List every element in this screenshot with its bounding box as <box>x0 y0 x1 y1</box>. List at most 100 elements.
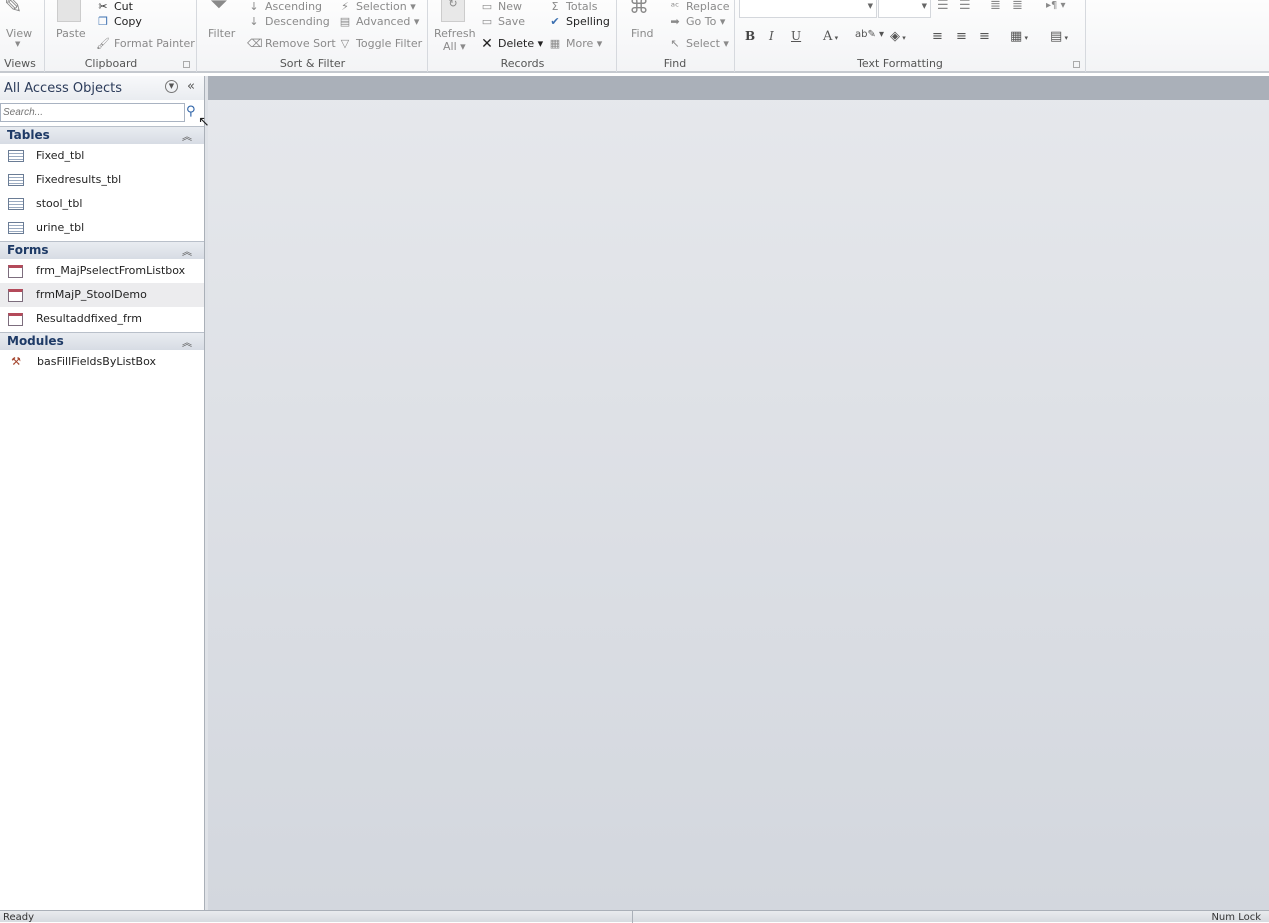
new-record-button[interactable]: ▭ New <box>480 0 522 14</box>
ascending-button[interactable]: ↓ Ascending <box>247 0 322 14</box>
scissors-icon: ✂ <box>98 0 108 13</box>
list-item-selected[interactable]: frmMajP_StoolDemo <box>0 283 204 307</box>
category-modules[interactable]: Modules ︽ <box>0 332 204 350</box>
advanced-label: Advanced <box>356 15 411 28</box>
collapse-chevron-icon[interactable]: ︽ <box>182 243 192 258</box>
chevron-down-icon[interactable]: ▼ <box>868 2 873 10</box>
form-icon <box>8 264 23 278</box>
status-bar: Ready Num Lock <box>0 910 1269 923</box>
group-label-records: Records <box>500 57 545 70</box>
num-lock-indicator: Num Lock <box>1211 912 1261 923</box>
ascending-label: Ascending <box>265 0 323 13</box>
copy-icon: ❐ <box>98 15 108 28</box>
paragraph-direction-icon[interactable]: ▸¶ ▾ <box>1046 0 1066 11</box>
navigation-pane: All Access Objects ▼ « ⚲ Tables ︽ Fixed_t… <box>0 76 205 910</box>
save-label: Save <box>498 15 526 28</box>
item-label: frm_MajPselectFromListbox <box>36 264 186 277</box>
table-icon <box>8 222 24 234</box>
underline-button[interactable]: U <box>791 29 801 43</box>
list-item[interactable]: frm_MajPselectFromListbox <box>0 259 204 283</box>
more-button[interactable]: ▦ More ▾ <box>548 37 603 51</box>
refresh-all-label: All <box>443 40 457 53</box>
toggle-filter-label: Toggle Filter <box>356 37 423 50</box>
filter-button[interactable]: Filter <box>208 27 235 40</box>
descending-button[interactable]: ↓ Descending <box>247 15 329 29</box>
align-right-icon[interactable]: ≡ <box>979 29 990 44</box>
delete-x-icon: ✕ <box>481 36 493 52</box>
search-input[interactable] <box>0 103 185 122</box>
search-icon[interactable]: ⚲ <box>186 104 196 119</box>
advanced-button[interactable]: ▤ Advanced ▾ <box>338 15 420 29</box>
group-label-find: Find <box>663 57 687 70</box>
gridlines-icon[interactable]: ▦ ▾ <box>1010 29 1028 44</box>
save-record-button[interactable]: ▭ Save <box>480 15 525 29</box>
module-icon: ⚒ <box>11 355 21 368</box>
replace-button[interactable]: ᵃᶜ Replace <box>668 0 730 14</box>
save-icon: ▭ <box>481 15 493 28</box>
funnel-icon: ⏷ <box>210 0 228 17</box>
selection-button[interactable]: ⚡ Selection ▾ <box>338 0 416 14</box>
divider <box>427 0 428 72</box>
view-button[interactable]: View <box>6 27 32 40</box>
nav-menu-dropdown-icon[interactable]: ▼ <box>165 80 178 93</box>
toggle-filter-button[interactable]: ▽ Toggle Filter <box>338 37 422 51</box>
font-size-combo[interactable]: ▼ <box>878 0 931 18</box>
select-button[interactable]: ↖ Select ▾ <box>668 37 729 51</box>
list-item[interactable]: Fixedresults_tbl <box>0 168 204 192</box>
alternate-row-color-icon[interactable]: ▤ ▾ <box>1050 29 1068 44</box>
clipboard-launcher-icon[interactable] <box>183 61 190 68</box>
divider <box>196 0 197 72</box>
collapse-pane-icon[interactable]: « <box>187 79 195 94</box>
chevron-down-icon[interactable]: ▼ <box>922 2 927 10</box>
refresh-all-button[interactable]: Refresh <box>434 27 476 40</box>
paste-button[interactable]: Paste <box>56 27 86 40</box>
nav-pane-header[interactable]: All Access Objects ▼ « <box>0 76 204 100</box>
refresh-all-label2[interactable]: All ▾ <box>443 40 466 53</box>
list-item[interactable]: ⚒ basFillFieldsByListBox <box>0 350 204 374</box>
sort-descending-icon: ↓ <box>249 15 259 28</box>
decrease-indent-icon[interactable]: ≣ <box>990 0 1001 13</box>
delete-record-button[interactable]: ✕ Delete ▾ <box>480 37 543 51</box>
italic-button[interactable]: I <box>769 29 774 43</box>
category-forms[interactable]: Forms ︽ <box>0 241 204 259</box>
bullets-icon[interactable]: ☰ <box>937 0 949 13</box>
mouse-cursor-icon: ↖ <box>198 114 210 130</box>
align-left-icon[interactable]: ≡ <box>932 29 943 44</box>
select-label: Select <box>686 37 720 50</box>
bold-button[interactable]: B <box>745 29 755 43</box>
category-label: Modules <box>7 334 64 348</box>
list-item[interactable]: urine_tbl <box>0 216 204 240</box>
align-center-icon[interactable]: ≡ <box>956 29 967 44</box>
ribbon: ✎ View ▼ Views Paste ✂ Cut ❐ Copy 🖌 Format … <box>0 0 1269 73</box>
paste-icon <box>57 0 81 22</box>
cut-label: Cut <box>114 0 133 13</box>
list-item[interactable]: Fixed_tbl <box>0 144 204 168</box>
numbering-icon[interactable]: ☰ <box>959 0 971 13</box>
font-name-combo[interactable]: ▼ <box>739 0 877 18</box>
status-text: Ready <box>3 912 35 923</box>
toggle-filter-icon: ▽ <box>340 37 350 50</box>
list-item[interactable]: Resultaddfixed_frm <box>0 307 204 331</box>
view-dropdown-icon[interactable]: ▼ <box>15 40 20 48</box>
font-color-button[interactable]: A ▾ <box>823 29 838 44</box>
more-grid-icon: ▦ <box>549 37 561 50</box>
collapse-chevron-icon[interactable]: ︽ <box>182 128 192 143</box>
category-tables[interactable]: Tables ︽ <box>0 126 204 144</box>
totals-button[interactable]: Σ Totals <box>548 0 598 14</box>
find-button[interactable]: Find <box>631 27 654 40</box>
goto-button[interactable]: ➡ Go To ▾ <box>668 15 725 29</box>
increase-indent-icon[interactable]: ≣ <box>1012 0 1023 13</box>
spelling-button[interactable]: ✔ Spelling <box>548 15 609 29</box>
cut-button[interactable]: ✂ Cut <box>96 0 133 14</box>
font-color-icon: A <box>823 29 833 44</box>
highlight-icon[interactable]: ab✎ ▾ <box>855 29 884 40</box>
text-formatting-launcher-icon[interactable] <box>1073 61 1080 68</box>
remove-sort-label: Remove Sort <box>265 37 336 50</box>
remove-sort-button[interactable]: ⌫ Remove Sort <box>247 37 336 51</box>
collapse-chevron-icon[interactable]: ︽ <box>182 334 192 349</box>
format-painter-button[interactable]: 🖌 Format Painter <box>96 37 195 51</box>
list-item[interactable]: stool_tbl <box>0 192 204 216</box>
fill-color-icon[interactable]: ◈ ▾ <box>890 29 906 44</box>
view-icon: ✎ <box>4 0 23 19</box>
copy-button[interactable]: ❐ Copy <box>96 15 142 29</box>
